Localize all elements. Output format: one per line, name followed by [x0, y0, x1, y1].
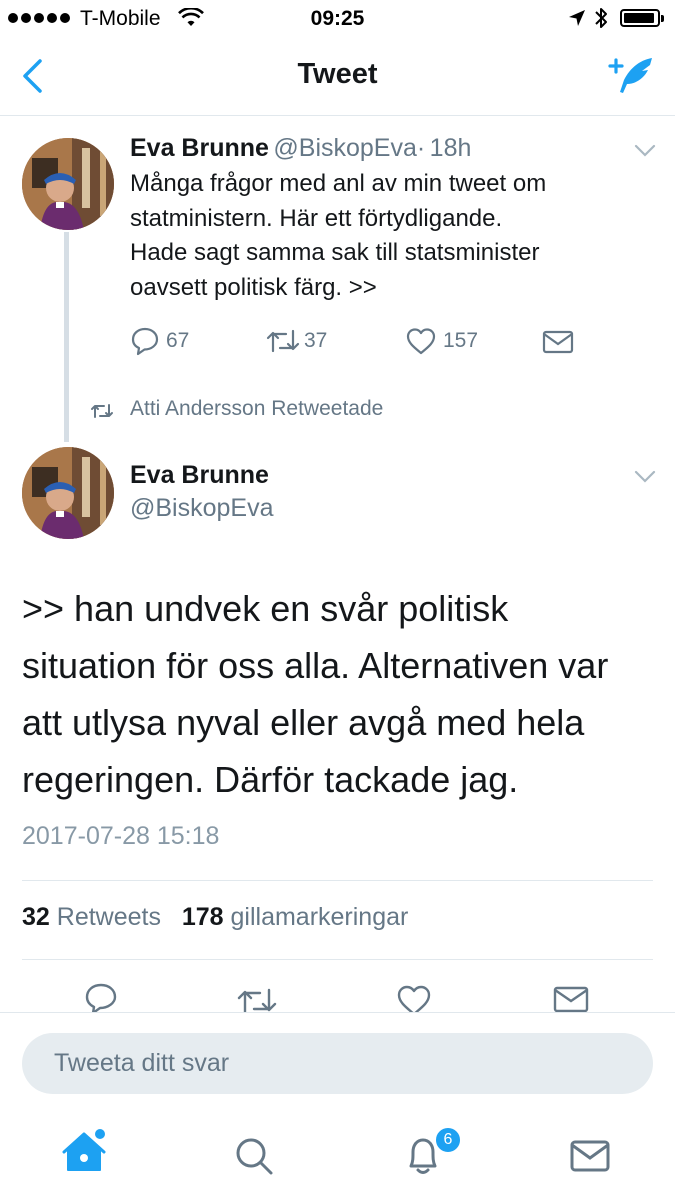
- tweet-timestamp: 2017-07-28 15:18: [22, 822, 220, 850]
- like-action[interactable]: 157: [405, 326, 478, 356]
- author-handle[interactable]: @BiskopEva: [273, 134, 417, 162]
- author-name[interactable]: Eva Brunne: [130, 461, 269, 490]
- tweet-text: Många frågor med anl av min tweet om sta…: [130, 167, 650, 305]
- tweet-text-line: statministern. Här ett förtydligande.: [130, 204, 503, 232]
- tweet-text-line: att utlysa nyval eller avgå med hela: [22, 702, 585, 743]
- page-title: Tweet: [297, 58, 378, 90]
- heart-icon: [406, 328, 436, 355]
- divider: [22, 959, 653, 960]
- avatar[interactable]: [22, 138, 114, 230]
- tweet-actions-row: [0, 978, 675, 1012]
- reply-icon: [131, 327, 159, 356]
- tweet-text-line: Många frågor med anl av min tweet om: [130, 170, 547, 197]
- reply-action[interactable]: 67: [130, 326, 189, 356]
- divider: [0, 1012, 675, 1013]
- tab-bar: [0, 1110, 675, 1200]
- retweets-count: 32: [22, 903, 50, 931]
- chevron-down-icon[interactable]: [634, 470, 656, 484]
- divider: [22, 880, 653, 881]
- retweet-action[interactable]: 37: [266, 326, 327, 356]
- tweet-age: 18h: [429, 134, 472, 162]
- compose-tweet-button[interactable]: [606, 54, 656, 98]
- retweets-stat[interactable]: 32 Retweets: [22, 903, 161, 931]
- avatar[interactable]: [22, 447, 114, 539]
- home-tab[interactable]: [62, 1128, 110, 1176]
- notifications-badge: 6: [434, 1126, 462, 1154]
- avatar-photo: [22, 447, 114, 539]
- reply-icon[interactable]: [84, 982, 118, 1012]
- location-arrow-icon: [569, 10, 585, 26]
- retweet-icon: [266, 329, 300, 353]
- retweet-count: 37: [304, 329, 328, 352]
- battery-icon: [620, 9, 664, 27]
- bluetooth-icon: [595, 8, 607, 28]
- likes-stat[interactable]: 178 gillamarkeringar: [182, 903, 409, 931]
- author-handle[interactable]: @BiskopEva: [130, 494, 274, 523]
- tweet-text-line: regeringen. Därför tackade jag.: [22, 759, 519, 800]
- heart-icon[interactable]: [396, 983, 432, 1012]
- avatar-photo: [22, 138, 114, 230]
- tweet-stats: 32 Retweets 178 gillamarkeringar: [22, 903, 408, 932]
- status-bar: T-Mobile 09:25: [0, 0, 675, 38]
- retweets-label: Retweets: [56, 903, 161, 931]
- likes-count: 178: [181, 903, 224, 931]
- like-count: 157: [443, 329, 479, 352]
- messages-tab[interactable]: [570, 1140, 610, 1174]
- direct-message-icon[interactable]: [542, 329, 574, 355]
- reply-count: 67: [166, 329, 190, 352]
- tweet-text-line: oavsett politisk färg. >>: [130, 273, 377, 301]
- author-name[interactable]: Eva Brunne: [130, 134, 269, 162]
- tweet-header: Eva Brunne @BiskopEva· 18h: [130, 134, 471, 163]
- likes-label: gillamarkeringar: [230, 903, 409, 931]
- reply-input[interactable]: Tweeta ditt svar: [22, 1033, 653, 1094]
- search-tab[interactable]: [234, 1136, 274, 1176]
- direct-message-icon[interactable]: [553, 985, 589, 1012]
- tweet-text: >> han undvek en svår politisk situation…: [22, 580, 652, 808]
- retweet-small-icon: [91, 404, 113, 418]
- navigation-bar: Tweet: [0, 38, 675, 116]
- tweet-text-line: Hade sagt samma sak till statsminister: [130, 239, 540, 266]
- tweet-text-line: >> han undvek en svår politisk: [22, 588, 509, 629]
- tweet-text-line: situation för oss alla. Alternativen var: [22, 645, 609, 686]
- chevron-down-icon[interactable]: [634, 144, 656, 158]
- retweet-notice[interactable]: Atti Andersson Retweetade: [130, 397, 383, 421]
- thread-connector: [64, 232, 69, 442]
- separator-dot: ·: [416, 134, 426, 162]
- retweet-icon[interactable]: [237, 984, 277, 1012]
